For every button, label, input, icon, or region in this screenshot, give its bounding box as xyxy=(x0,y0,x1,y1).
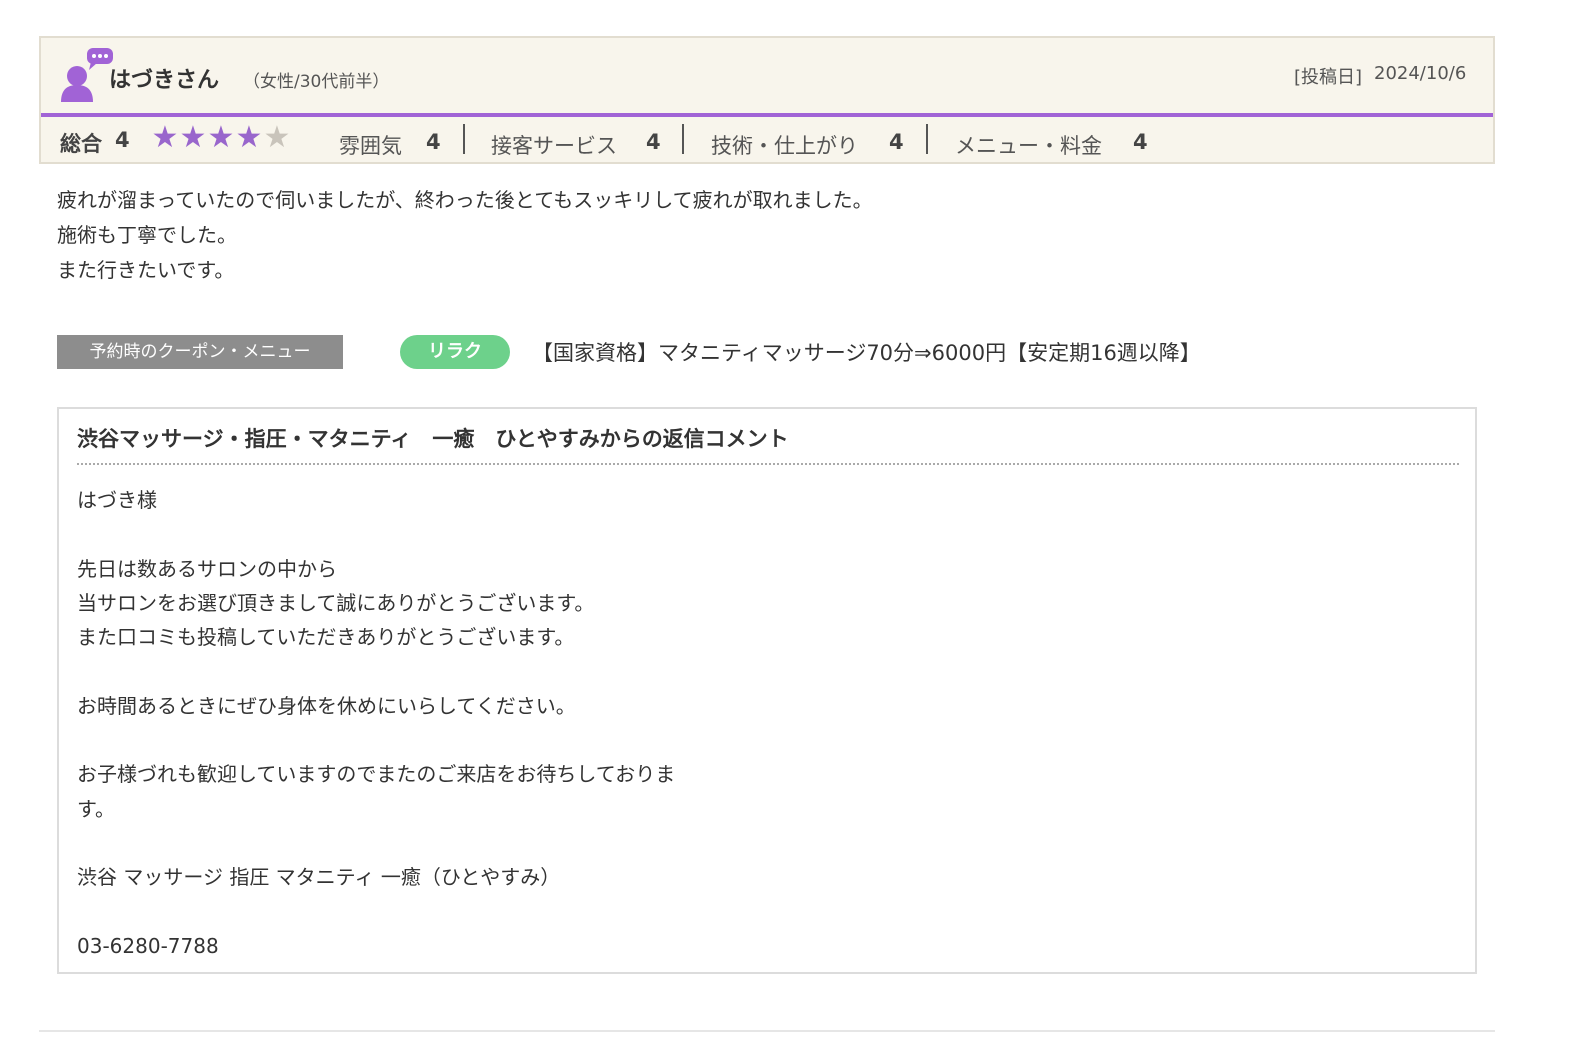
category-label-technique: 技術・仕上がり xyxy=(711,134,858,158)
category-label-atmosphere: 雰囲気 xyxy=(339,134,402,158)
reply-text-line: お子様づれも歓迎していますのでまたのご来店をお待ちしておりま xyxy=(77,762,676,787)
reply-text-line: また口コミも投稿していただきありがとうございます。 xyxy=(77,625,575,650)
reply-text-line: 当サロンをお選び頂きまして誠にありがとうございます。 xyxy=(77,590,595,615)
star-icon: ★ xyxy=(179,120,207,155)
reply-text: はづき様 先日は数あるサロンの中から 当サロンをお選び頂きまして誠にありがとうご… xyxy=(77,483,675,963)
category-score-atmosphere: 4 xyxy=(426,130,441,154)
reply-text-line: はづき様 xyxy=(77,488,157,512)
category-label-menu-price: メニュー・料金 xyxy=(955,134,1102,158)
review-header: はづきさん （女性/30代前半） [投稿日] 2024/10/6 xyxy=(41,38,1493,117)
user-meta: （女性/30代前半） xyxy=(243,72,390,92)
user-name: はづきさん xyxy=(109,68,220,93)
post-date-label: [投稿日] xyxy=(1294,67,1363,88)
star-icon: ★ xyxy=(151,120,179,155)
overall-rating-score: 4 xyxy=(115,128,130,152)
reply-divider xyxy=(77,463,1459,465)
reply-title: 渋谷マッサージ・指圧・マタニティ 一癒 ひとやすみからの返信コメント xyxy=(77,427,789,451)
reply-phone: 03-6280-7788 xyxy=(77,933,219,958)
category-divider xyxy=(463,124,465,154)
star-icon: ★ xyxy=(235,120,263,155)
review-text-line: 施術も丁寧でした。 xyxy=(57,223,237,247)
post-date: 2024/10/6 xyxy=(1374,63,1467,84)
category-score-menu-price: 4 xyxy=(1133,130,1148,154)
review-text-line: また行きたいです。 xyxy=(57,258,235,282)
review-text: 疲れが溜まっていたので伺いましたが、終わった後とてもスッキリして疲れが取れました… xyxy=(57,183,873,288)
star-icon: ★ xyxy=(263,120,291,155)
reply-text-line: す。 xyxy=(77,796,115,821)
reply-text-line: 渋谷 マッサージ 指圧 マタニティ 一癒（ひとやすみ） xyxy=(77,865,561,890)
coupon-category-badge: リラク xyxy=(400,335,510,369)
category-divider xyxy=(926,124,928,154)
overall-rating-label: 総合 xyxy=(60,132,102,156)
category-label-service: 接客サービス xyxy=(491,134,617,158)
reply-text-line xyxy=(77,826,675,860)
reply-text-line xyxy=(77,654,675,688)
reply-text-line xyxy=(77,723,675,757)
reply-text-line xyxy=(77,895,675,929)
reply-text-line: お時間あるときにぜひ身体を休めにいらしてください。 xyxy=(77,693,576,718)
section-divider xyxy=(39,1030,1495,1032)
category-score-service: 4 xyxy=(646,130,661,154)
coupon-section-label: 予約時のクーポン・メニュー xyxy=(57,335,343,369)
category-score-technique: 4 xyxy=(889,130,904,154)
rating-row: 総合 4 ★★★★★ 雰囲気 4 接客サービス 4 技術・仕上がり 4 メニュー… xyxy=(41,120,1493,162)
star-rating: ★★★★★ xyxy=(151,123,291,153)
star-icon: ★ xyxy=(207,120,235,155)
category-divider xyxy=(682,124,684,154)
reply-text-line: 先日は数あるサロンの中から xyxy=(77,556,337,581)
review-card: はづきさん （女性/30代前半） [投稿日] 2024/10/6 総合 4 ★★… xyxy=(39,36,1495,164)
reply-text-line xyxy=(77,517,675,551)
reply-comment-box: 渋谷マッサージ・指圧・マタニティ 一癒 ひとやすみからの返信コメント はづき様 … xyxy=(57,407,1477,974)
coupon-name[interactable]: 【国家資格】マタニティマッサージ70分⇒6000円【安定期16週以降】 xyxy=(532,337,1201,367)
review-text-line: 疲れが溜まっていたので伺いましたが、終わった後とてもスッキリして疲れが取れました… xyxy=(57,188,873,212)
